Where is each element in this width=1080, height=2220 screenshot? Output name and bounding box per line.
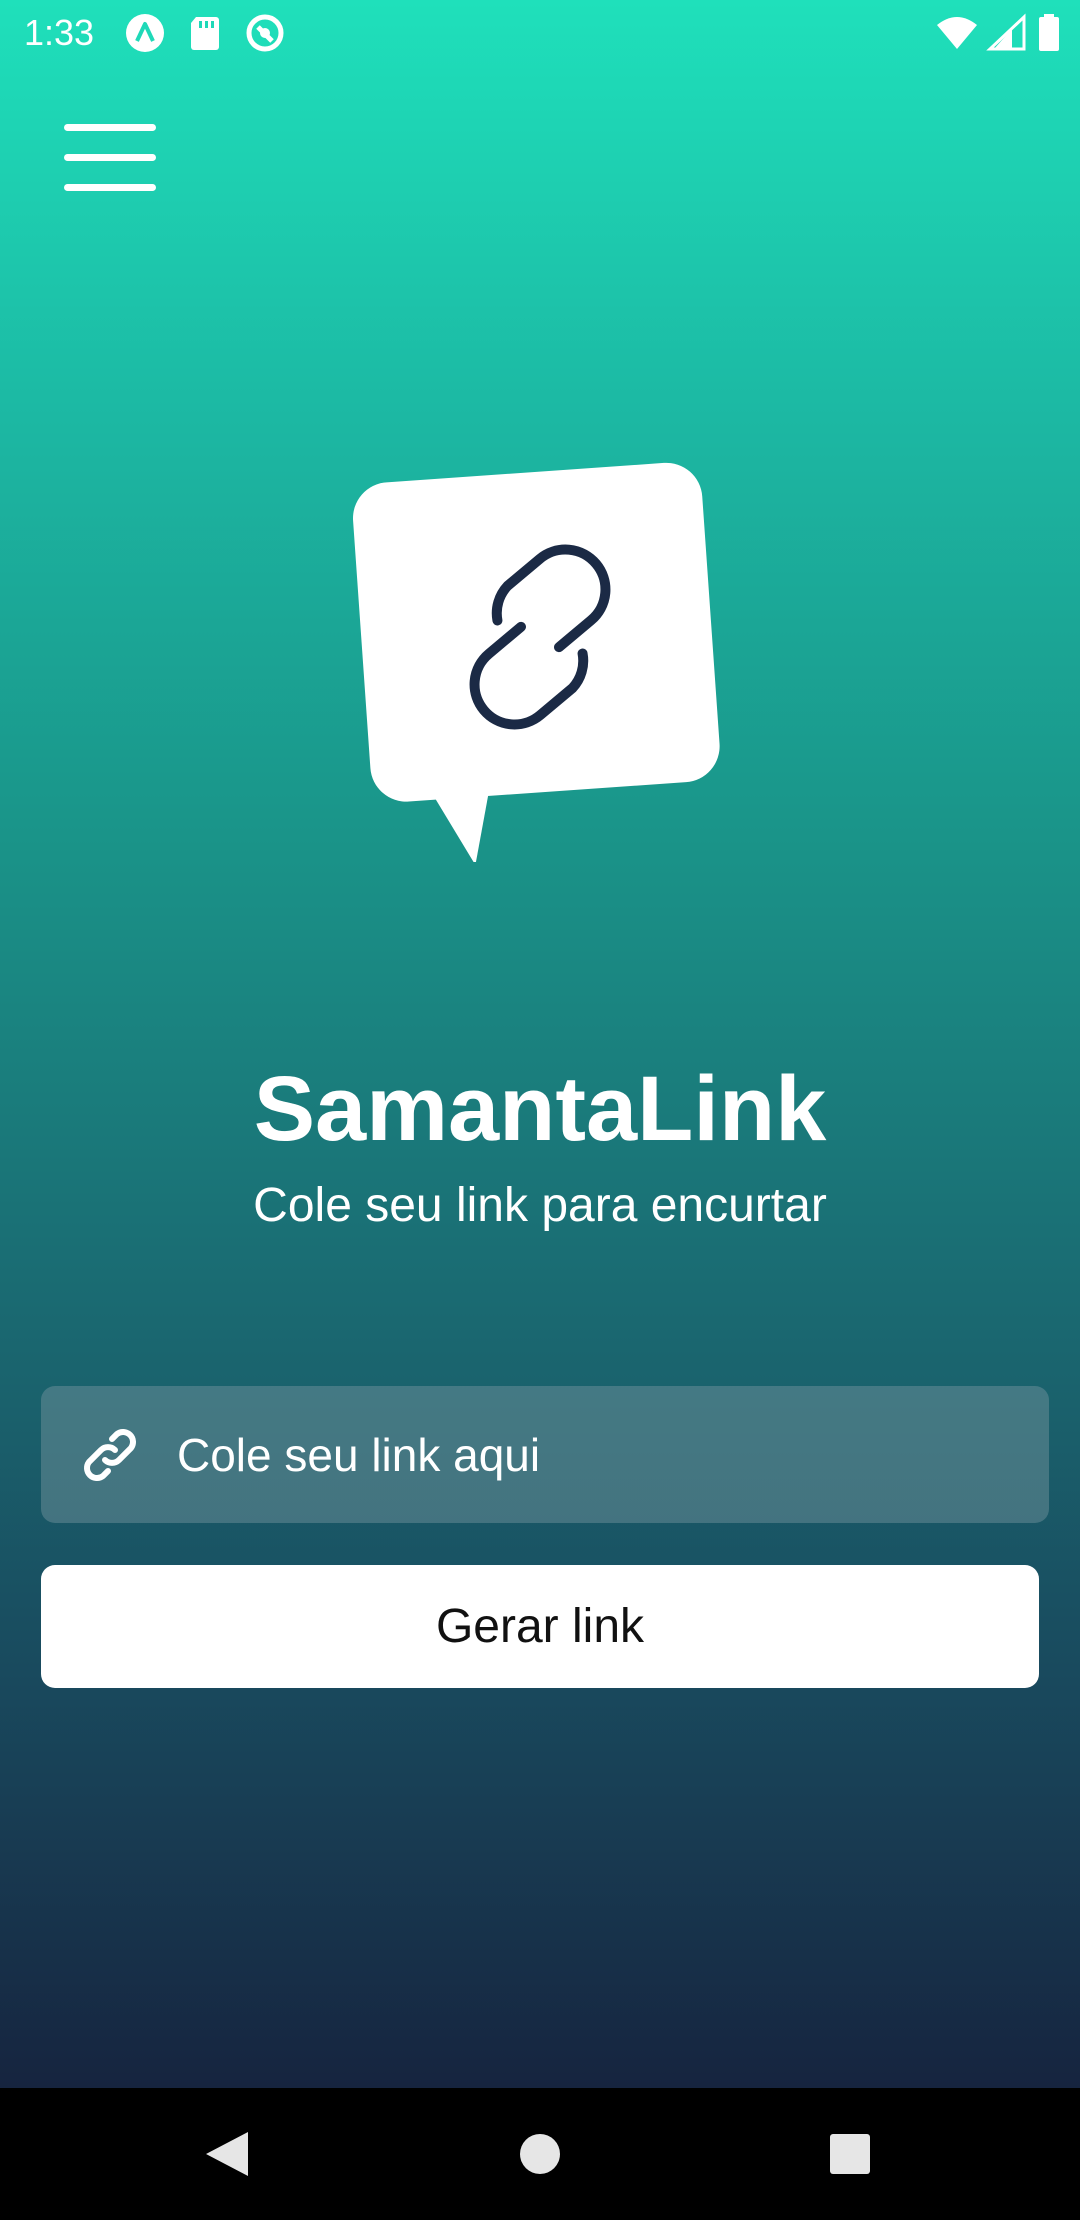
link-icon — [79, 1424, 141, 1486]
status-left-icons — [124, 13, 286, 53]
home-icon[interactable] — [498, 2112, 582, 2196]
chat-bubble-link-icon — [350, 462, 730, 866]
app-a-icon — [124, 13, 166, 53]
status-right-icons — [936, 13, 1062, 53]
wifi-icon — [936, 13, 978, 53]
sd-card-icon — [184, 13, 226, 53]
app-subtitle: Cole seu link para encurtar — [253, 1179, 827, 1232]
generate-link-button[interactable]: Gerar link — [41, 1565, 1039, 1688]
app-title: SamantaLink — [253, 1058, 827, 1160]
recents-icon[interactable] — [808, 2112, 892, 2196]
app-screen: 1:33 SamantaLink Cole seu link para encu… — [0, 0, 1080, 2088]
link-input[interactable] — [177, 1386, 1017, 1523]
signal-icon — [986, 13, 1028, 53]
status-time: 1:33 — [24, 12, 95, 53]
hamburger-menu-icon[interactable] — [52, 112, 166, 204]
link-input-container[interactable] — [41, 1386, 1049, 1523]
back-icon[interactable] — [186, 2112, 270, 2196]
battery-icon — [1036, 13, 1062, 53]
status-bar: 1:33 — [0, 0, 1080, 66]
system-navigation-bar — [0, 2088, 1080, 2220]
sync-icon — [244, 13, 286, 53]
